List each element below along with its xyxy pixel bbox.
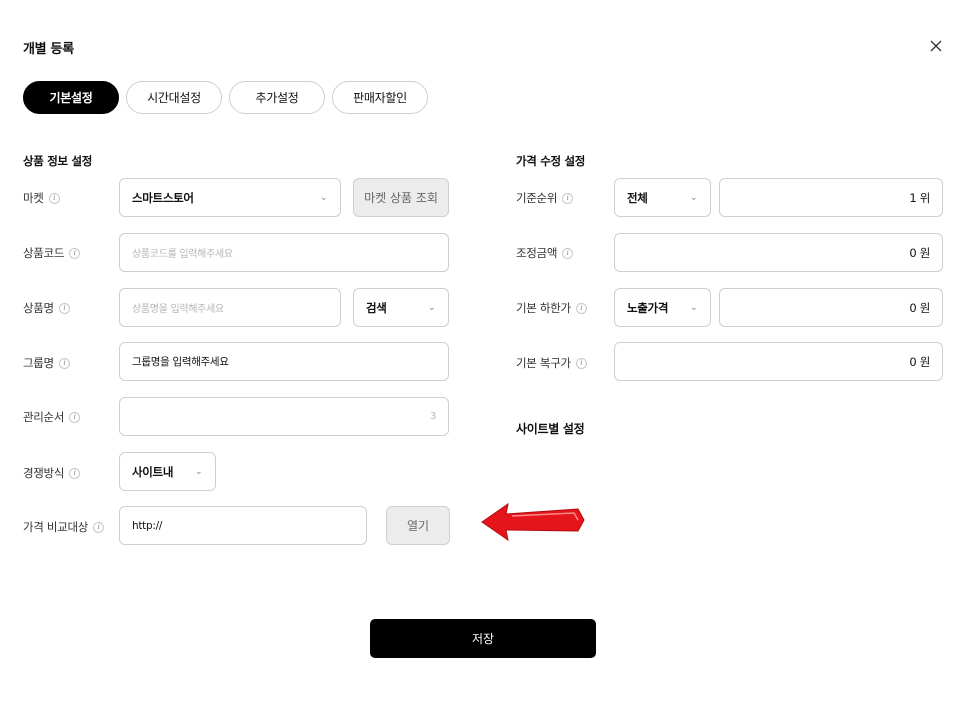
- info-icon[interactable]: i: [562, 192, 574, 204]
- chevron-down-icon: ⌄: [428, 302, 436, 313]
- group-label-text: 그룹명: [23, 356, 54, 370]
- info-icon[interactable]: i: [575, 302, 587, 314]
- open-button[interactable]: 열기: [386, 506, 450, 545]
- compare-label: 가격 비교대상 i: [23, 519, 105, 535]
- rank-label: 기준순위 i: [516, 190, 574, 206]
- rank-label-text: 기준순위: [516, 191, 558, 205]
- restore-input[interactable]: 0 원: [614, 342, 943, 381]
- tab-basic-settings[interactable]: 기본설정: [23, 81, 119, 114]
- lower-limit-select-value: 노출가격: [627, 300, 669, 315]
- compare-url-input[interactable]: http://: [119, 506, 367, 545]
- info-icon[interactable]: i: [93, 521, 105, 533]
- info-icon[interactable]: i: [562, 247, 574, 259]
- chevron-down-icon: ⌄: [320, 192, 328, 203]
- product-name-label-text: 상품명: [23, 301, 54, 315]
- save-button[interactable]: 저장: [370, 619, 596, 658]
- adjust-input[interactable]: 0 원: [614, 233, 943, 272]
- search-type-select[interactable]: 검색 ⌄: [353, 288, 449, 327]
- product-code-placeholder: 상품코드를 입력해주세요: [132, 249, 233, 260]
- market-select[interactable]: 스마트스토어 ⌄: [119, 178, 341, 217]
- group-input-value: 그룹명을 입력해주세요: [132, 356, 229, 368]
- product-code-input[interactable]: 상품코드를 입력해주세요: [119, 233, 449, 272]
- rank-input-value: 1 위: [909, 190, 930, 205]
- market-select-value: 스마트스토어: [132, 190, 194, 205]
- competition-select[interactable]: 사이트내 ⌄: [119, 452, 216, 491]
- market-lookup-button[interactable]: 마켓 상품 조회: [353, 178, 449, 217]
- market-label-text: 마켓: [23, 191, 44, 205]
- product-code-label-text: 상품코드: [23, 246, 65, 260]
- order-label-text: 관리순서: [23, 410, 65, 424]
- compare-url-value: http://: [132, 519, 163, 532]
- product-code-label: 상품코드 i: [23, 245, 81, 261]
- product-section-title: 상품 정보 설정: [23, 154, 93, 168]
- tab-seller-discount[interactable]: 판매자할인: [332, 81, 428, 114]
- lower-limit-label: 기본 하한가 i: [516, 300, 587, 316]
- info-icon[interactable]: i: [58, 302, 70, 314]
- lower-limit-select[interactable]: 노출가격 ⌄: [614, 288, 711, 327]
- product-name-placeholder: 상품명을 입력해주세요: [132, 304, 224, 315]
- chevron-down-icon: ⌄: [690, 192, 698, 203]
- site-section-title: 사이트별 설정: [516, 422, 585, 436]
- lower-limit-input-value: 0 원: [909, 300, 930, 315]
- order-label: 관리순서 i: [23, 409, 81, 425]
- compare-label-text: 가격 비교대상: [23, 520, 89, 534]
- close-icon[interactable]: [928, 38, 944, 54]
- restore-label: 기본 복구가 i: [516, 355, 587, 371]
- adjust-label: 조정금액 i: [516, 245, 574, 261]
- competition-label: 경쟁방식 i: [23, 465, 81, 481]
- rank-input[interactable]: 1 위: [719, 178, 943, 217]
- info-icon[interactable]: i: [58, 357, 70, 369]
- adjust-label-text: 조정금액: [516, 246, 558, 260]
- search-type-value: 검색: [366, 300, 387, 315]
- rank-select-value: 전체: [627, 190, 648, 205]
- market-label: 마켓 i: [23, 190, 60, 206]
- restore-label-text: 기본 복구가: [516, 356, 571, 370]
- info-icon[interactable]: i: [69, 467, 81, 479]
- arrow-left-icon: [478, 500, 586, 544]
- info-icon[interactable]: i: [69, 411, 81, 423]
- lower-limit-input[interactable]: 0 원: [719, 288, 943, 327]
- order-input-value: 3: [429, 411, 436, 422]
- group-input[interactable]: 그룹명을 입력해주세요: [119, 342, 449, 381]
- chevron-down-icon: ⌄: [195, 466, 203, 477]
- price-section-title: 가격 수정 설정: [516, 154, 586, 168]
- info-icon[interactable]: i: [69, 247, 81, 259]
- competition-select-value: 사이트내: [132, 464, 174, 479]
- modal-title: 개별 등록: [23, 42, 74, 57]
- adjust-input-value: 0 원: [909, 245, 930, 260]
- lower-limit-label-text: 기본 하한가: [516, 301, 571, 315]
- rank-select[interactable]: 전체 ⌄: [614, 178, 711, 217]
- product-name-label: 상품명 i: [23, 300, 70, 316]
- group-label: 그룹명 i: [23, 355, 70, 371]
- chevron-down-icon: ⌄: [690, 302, 698, 313]
- tab-time-settings[interactable]: 시간대설정: [126, 81, 222, 114]
- info-icon[interactable]: i: [48, 192, 60, 204]
- product-name-input[interactable]: 상품명을 입력해주세요: [119, 288, 341, 327]
- order-input[interactable]: 3: [119, 397, 449, 436]
- tab-additional-settings[interactable]: 추가설정: [229, 81, 325, 114]
- competition-label-text: 경쟁방식: [23, 466, 65, 480]
- info-icon[interactable]: i: [575, 357, 587, 369]
- restore-input-value: 0 원: [909, 354, 930, 369]
